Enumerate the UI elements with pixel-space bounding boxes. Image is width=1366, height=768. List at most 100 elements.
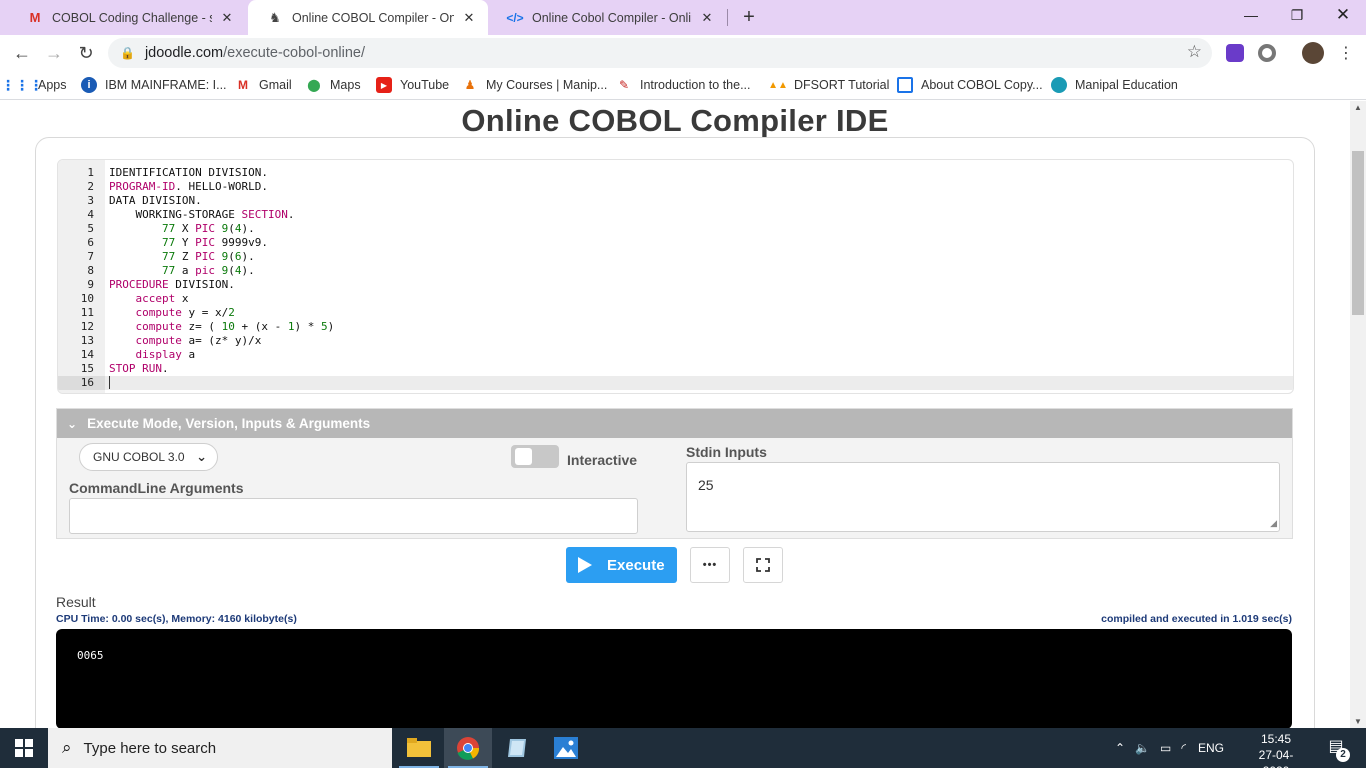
close-window-button[interactable]: ✕ <box>1320 0 1366 30</box>
version-select[interactable]: GNU COBOL 3.0 ⌄ <box>79 443 218 471</box>
bookmark-label: Manipal Education <box>1075 78 1178 92</box>
code-line[interactable]: 11 compute y = x/2 <box>58 306 1293 320</box>
reload-button[interactable]: ↻ <box>72 39 100 67</box>
page-scrollbar[interactable]: ▲ ▼ <box>1350 101 1366 728</box>
output-console[interactable]: 0065 <box>56 629 1292 728</box>
wifi-icon[interactable]: ◜ <box>1181 741 1186 755</box>
bookmark-maps[interactable]: ⬤ Maps <box>306 76 360 94</box>
fullscreen-button[interactable] <box>743 547 783 583</box>
chrome-app[interactable] <box>444 728 492 768</box>
code-text: 77 X PIC 9(4). <box>161 222 255 235</box>
cmdline-input[interactable] <box>69 498 638 534</box>
tab-online-cobol-compiler[interactable]: </> Online Cobol Compiler - Online C ✕ <box>488 0 726 35</box>
close-tab-icon[interactable]: ✕ <box>698 10 716 26</box>
taskbar-search[interactable]: ⌕ Type here to search <box>48 728 392 768</box>
tab-separator <box>727 9 728 26</box>
code-line[interactable]: 3 DATA DIVISION. <box>58 194 1293 208</box>
code-editor[interactable]: 1 IDENTIFICATION DIVISION. 2 PROGRAM-ID. HE… <box>57 159 1294 394</box>
stdin-input[interactable]: 25 ◢ <box>686 462 1280 532</box>
code-text: compute a= (z* y)/x <box>135 334 262 347</box>
notes-icon <box>508 739 526 757</box>
execute-options-header[interactable]: ⌄ Execute Mode, Version, Inputs & Argume… <box>57 409 1292 438</box>
code-line[interactable]: 15 STOP RUN. <box>58 362 1293 376</box>
profile-avatar[interactable] <box>1302 42 1324 64</box>
tray-expand-icon[interactable]: ⌃ <box>1115 741 1125 755</box>
line-number: 2 <box>87 180 94 193</box>
line-number: 8 <box>87 264 94 277</box>
menu-kebab-icon[interactable]: ⋮ <box>1332 39 1360 67</box>
line-number: 5 <box>87 222 94 235</box>
execute-label: Execute <box>607 556 665 574</box>
code-line[interactable]: 9 PROCEDURE DIVISION. <box>58 278 1293 292</box>
close-tab-icon[interactable]: ✕ <box>218 10 236 26</box>
back-button[interactable]: ← <box>8 39 36 67</box>
bookmark-my-courses[interactable]: ♟ My Courses | Manip... <box>462 76 608 94</box>
bookmark-about-cobol[interactable]: About COBOL Copy... <box>897 76 1043 94</box>
url-path: /execute-cobol-online/ <box>223 45 366 61</box>
code-line[interactable]: 1 IDENTIFICATION DIVISION. <box>58 166 1293 180</box>
scrollbar-thumb[interactable] <box>1352 151 1364 315</box>
bookmark-manipal[interactable]: Manipal Education <box>1051 76 1178 94</box>
more-options-button[interactable]: ••• <box>690 547 730 583</box>
bookmark-square-icon <box>897 77 913 93</box>
code-text: 77 a pic 9(4). <box>161 264 255 277</box>
tab-cobol-challenge[interactable]: M COBOL Coding Challenge - sanap ✕ <box>8 0 246 35</box>
intro-icon: ✎ <box>618 78 630 92</box>
battery-icon[interactable]: ▭ <box>1160 741 1171 755</box>
code-text: 77 Z PIC 9(6). <box>161 250 255 263</box>
new-tab-button[interactable]: + <box>737 5 761 29</box>
code-line[interactable]: 8 77 a pic 9(4). <box>58 264 1293 278</box>
page-title: Online COBOL Compiler IDE <box>461 103 889 138</box>
browser-toolbar: ← → ↻ 🔒 jdoodle.com/execute-cobol-online… <box>0 35 1366 70</box>
interactive-toggle[interactable] <box>511 445 559 468</box>
notes-app[interactable] <box>493 728 541 768</box>
restore-button[interactable]: ❐ <box>1274 0 1320 30</box>
code-line[interactable]: 10 accept x <box>58 292 1293 306</box>
code-line[interactable]: 16 <box>58 376 1293 390</box>
bookmark-introduction[interactable]: ✎ Introduction to the... <box>616 76 751 94</box>
code-line[interactable]: 7 77 Z PIC 9(6). <box>58 250 1293 264</box>
bookmark-ibm-mainframe[interactable]: i IBM MAINFRAME: I... <box>81 76 227 94</box>
code-line[interactable]: 12 compute z= ( 10 + (x - 1) * 5) <box>58 320 1293 334</box>
line-number: 13 <box>80 334 94 347</box>
bookmark-youtube[interactable]: ▶ YouTube <box>376 76 449 94</box>
bookmark-apps[interactable]: ⋮⋮⋮ Apps <box>1 76 67 94</box>
extension-icon[interactable] <box>1226 44 1244 62</box>
photos-app[interactable] <box>542 728 590 768</box>
file-explorer-app[interactable] <box>395 728 443 768</box>
bookmark-gmail[interactable]: M Gmail <box>235 76 292 94</box>
code-line[interactable]: 4 WORKING-STORAGE SECTION. <box>58 208 1293 222</box>
extension-circle-icon[interactable] <box>1258 44 1276 62</box>
bookmark-label: My Courses | Manip... <box>486 78 608 92</box>
windows-logo-icon <box>15 739 33 757</box>
code-line[interactable]: 13 compute a= (z* y)/x <box>58 334 1293 348</box>
tab-jdoodle-active[interactable]: ♞ Online COBOL Compiler - Online ✕ <box>248 0 488 35</box>
code-line[interactable]: 14 display a <box>58 348 1293 362</box>
scroll-down-icon[interactable]: ▼ <box>1350 717 1366 726</box>
action-center-button[interactable]: ▤ 2 <box>1322 736 1350 762</box>
code-line[interactable]: 5 77 X PIC 9(4). <box>58 222 1293 236</box>
bookmark-dfsort[interactable]: ▲▲ DFSORT Tutorial <box>768 76 889 94</box>
search-icon: ⌕ <box>62 738 72 757</box>
bookmark-label: IBM MAINFRAME: I... <box>105 78 227 92</box>
scroll-up-icon[interactable]: ▲ <box>1350 103 1366 112</box>
close-tab-icon[interactable]: ✕ <box>460 10 478 26</box>
code-lines: 1 IDENTIFICATION DIVISION. 2 PROGRAM-ID. HE… <box>58 166 1293 390</box>
language-indicator[interactable]: ENG <box>1198 741 1224 755</box>
folder-icon <box>407 738 431 757</box>
execute-button[interactable]: Execute <box>566 547 677 583</box>
code-icon: </> <box>506 10 524 25</box>
bookmark-star-icon[interactable]: ☆ <box>1187 42 1202 62</box>
resize-handle-icon[interactable]: ◢ <box>1270 518 1277 529</box>
address-bar[interactable]: 🔒 jdoodle.com/execute-cobol-online/ ☆ <box>108 38 1212 68</box>
bookmarks-bar: ⋮⋮⋮ Apps i IBM MAINFRAME: I... M Gmail ⬤… <box>0 70 1366 100</box>
forward-button[interactable]: → <box>40 39 68 67</box>
line-number: 4 <box>87 208 94 221</box>
code-line[interactable]: 2 PROGRAM-ID. HELLO-WORLD. <box>58 180 1293 194</box>
volume-icon[interactable]: 🔈 <box>1135 741 1150 755</box>
tab-title: Online COBOL Compiler - Online <box>292 10 454 25</box>
minimize-button[interactable]: — <box>1228 0 1274 30</box>
start-button[interactable] <box>0 728 48 768</box>
taskbar-clock[interactable]: 15:45 27-04-2020 <box>1246 731 1306 768</box>
code-line[interactable]: 6 77 Y PIC 9999v9. <box>58 236 1293 250</box>
